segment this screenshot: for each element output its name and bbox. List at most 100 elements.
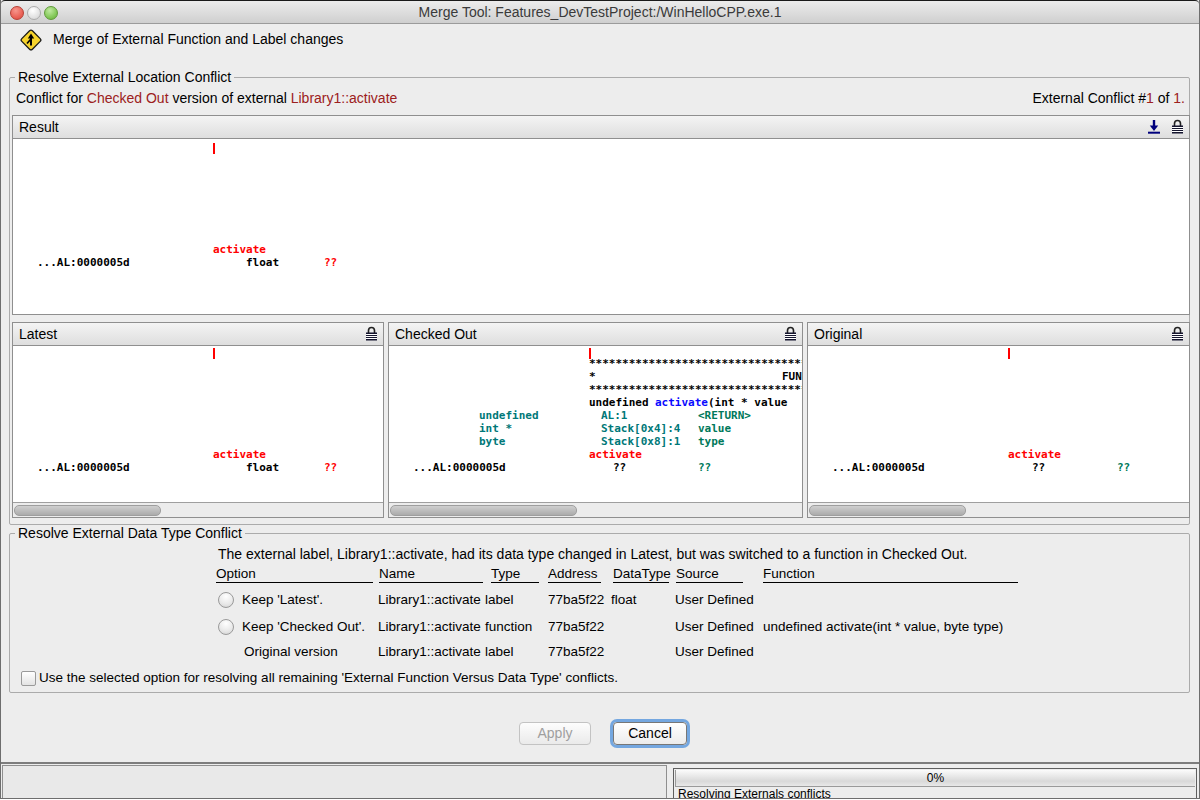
listing-text: activate <box>655 396 708 409</box>
checked-out-listing[interactable]: *************************************FUN… <box>389 346 802 503</box>
column-header-name: Name <box>379 566 483 583</box>
group-title: Resolve External Location Conflict <box>15 69 234 85</box>
option-label[interactable]: Keep 'Checked Out'. <box>242 619 365 635</box>
listing-text: float <box>246 256 279 269</box>
text-segment: Checked Out <box>87 90 169 106</box>
function-cell: undefined activate(int * value, byte typ… <box>763 619 1003 635</box>
listing-line: undefined AL:1 <RETURN> <box>389 409 802 422</box>
column-header-function: Function <box>763 566 1018 583</box>
scrollbar-thumb[interactable] <box>390 505 577 516</box>
use-for-all-label[interactable]: Use the selected option for resolving al… <box>39 669 618 686</box>
scrollbar-thumb[interactable] <box>14 505 161 516</box>
address-cell: 77ba5f22 <box>548 644 604 660</box>
listing-text: ?? <box>698 461 711 474</box>
address-cell: 77ba5f22 <box>548 619 604 635</box>
text-segment: 1 <box>1146 90 1154 106</box>
listing-text: value <box>698 422 731 435</box>
listing-text: ?? <box>1117 461 1130 474</box>
listing-line: ...AL:0000005dfloat?? <box>13 461 383 474</box>
column-header-option: Option <box>216 566 373 583</box>
type-cell: label <box>485 644 514 660</box>
text-segment: Library1::activate <box>291 90 398 106</box>
listing-line: ************************************ <box>389 357 802 370</box>
listing-text: int * <box>479 422 512 435</box>
text-segment: version of external <box>169 90 291 106</box>
listing-line: ...AL:0000005d float?? <box>13 256 1189 269</box>
lock-icon[interactable] <box>1171 326 1184 341</box>
conflict-description: Conflict for Checked Out version of exte… <box>16 90 397 106</box>
horizontal-scrollbar[interactable] <box>389 502 802 517</box>
table-header-row: Option Name Type Address DataType Source… <box>1 566 1199 584</box>
type-cell: label <box>485 592 514 608</box>
listing-line: *FUNCTION <box>389 370 802 383</box>
listing-text: ?? <box>1032 461 1045 474</box>
listing-text: Stack[0x4]:4 <box>601 422 680 435</box>
lock-icon[interactable] <box>365 326 378 341</box>
name-cell: Library1::activate <box>378 619 481 635</box>
column-header-type: Type <box>491 566 539 583</box>
listing-text: ************************************ <box>589 383 802 396</box>
latest-listing[interactable]: activate...AL:0000005dfloat?? <box>13 346 383 503</box>
listing-line: undefined activate(int * value <box>389 396 802 409</box>
listing-text: FUNCTION <box>782 370 802 383</box>
listing-text: ?? <box>324 256 337 269</box>
datatype-cell: float <box>611 592 637 608</box>
table-row: Original version Library1::activate labe… <box>1 644 1199 660</box>
original-panel-header: Original <box>808 323 1189 346</box>
conflict-explanation: The external label, Library1::activate, … <box>218 546 967 562</box>
listing-line: int * Stack[0x4]:4 value <box>389 422 802 435</box>
listing-text: ...AL:0000005d <box>413 461 506 474</box>
checked-out-panel-header: Checked Out <box>389 323 802 346</box>
status-bar-left <box>2 765 667 799</box>
listing-text: (int * value <box>708 396 787 409</box>
horizontal-scrollbar[interactable] <box>13 502 383 517</box>
source-cell: User Defined <box>675 644 754 660</box>
listing-cursor <box>213 348 215 359</box>
text-segment: of <box>1154 90 1173 106</box>
listing-line: activate <box>389 448 802 461</box>
table-row: Keep 'Checked Out'. Library1::activate f… <box>1 619 1199 635</box>
titlebar[interactable]: Merge Tool: Features_DevTestProject:/Win… <box>1 0 1199 24</box>
listing-line: byteStack[0x8]:1type <box>389 435 802 448</box>
address-cell: 77ba5f22 <box>548 592 604 608</box>
status-bar-right: 0% Resolving Externals conflicts <box>673 768 1197 799</box>
status-separator <box>1 762 1199 764</box>
banner-text: Merge of External Function and Label cha… <box>53 23 343 55</box>
latest-panel: Latest activate...AL:0000005dfloat?? <box>12 322 384 518</box>
keep-checked-out-radio[interactable] <box>218 619 234 635</box>
listing-text: ?? <box>613 461 626 474</box>
option-label[interactable]: Keep 'Latest'. <box>242 592 323 608</box>
text-segment: . <box>1181 90 1185 106</box>
listing-cursor <box>1008 348 1010 359</box>
listing-text: ?? <box>324 461 337 474</box>
group-title: Resolve External Data Type Conflict <box>15 525 245 541</box>
result-panel-header: Result <box>13 116 1189 139</box>
apply-button[interactable]: Apply <box>519 722 591 745</box>
status-message: Resolving Externals conflicts <box>678 788 831 799</box>
listing-text: AL:1 <box>601 409 628 422</box>
panel-title: Result <box>19 116 59 138</box>
listing-text: Stack[0x8]:1 <box>601 435 680 448</box>
use-for-all-checkbox[interactable] <box>21 671 36 686</box>
text-segment: Conflict for <box>16 90 87 106</box>
progress-bar: 0% <box>675 770 1195 787</box>
keep-latest-radio[interactable] <box>218 592 234 608</box>
text-segment: External Conflict # <box>1032 90 1146 106</box>
listing-text: float <box>246 461 279 474</box>
lock-icon[interactable] <box>1171 119 1184 134</box>
download-icon[interactable] <box>1147 119 1161 134</box>
option-label: Original version <box>244 644 338 660</box>
listing-text: ...AL:0000005d <box>37 256 130 269</box>
listing-line: activate <box>808 448 1189 461</box>
horizontal-scrollbar[interactable] <box>808 502 1189 517</box>
scrollbar-thumb[interactable] <box>809 505 966 516</box>
listing-text: <RETURN> <box>698 409 751 422</box>
listing-text: ************************************ <box>589 357 802 370</box>
result-listing[interactable]: activate...AL:0000005dfloat?? <box>13 139 1189 314</box>
cancel-button[interactable]: Cancel <box>613 722 687 745</box>
listing-text: undefined <box>479 409 539 422</box>
lock-icon[interactable] <box>784 326 797 341</box>
original-listing[interactable]: activate...AL:0000005d???? <box>808 346 1189 503</box>
column-header-source: Source <box>676 566 743 583</box>
table-row: Keep 'Latest'. Library1::activate label … <box>1 592 1199 608</box>
